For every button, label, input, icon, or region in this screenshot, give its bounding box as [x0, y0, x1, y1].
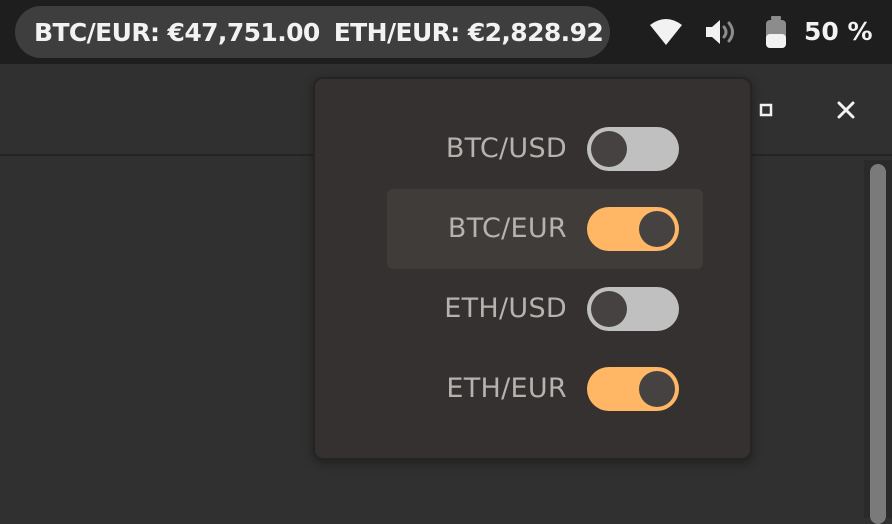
maximize-icon: [759, 103, 773, 117]
ticker-price: €2,828.92: [467, 17, 604, 47]
battery-icon[interactable]: [764, 0, 788, 64]
ticker-pair-label: BTC/EUR:: [34, 17, 160, 47]
toggle-switch[interactable]: [587, 207, 679, 251]
pair-row-btc-usd[interactable]: BTC/USD: [387, 109, 703, 189]
crypto-ticker-indicator[interactable]: BTC/EUR: €47,751.00 ETH/EUR: €2,828.92: [15, 6, 610, 58]
scrollbar-thumb[interactable]: [870, 164, 886, 524]
pair-row-eth-usd[interactable]: ETH/USD: [387, 269, 703, 349]
toggle-switch[interactable]: [587, 127, 679, 171]
wifi-icon[interactable]: [650, 0, 682, 64]
maximize-button[interactable]: [750, 94, 782, 126]
toggle-switch[interactable]: [587, 287, 679, 331]
close-button[interactable]: [830, 94, 862, 126]
pair-row-eth-eur[interactable]: ETH/EUR: [387, 349, 703, 429]
top-panel: BTC/EUR: €47,751.00 ETH/EUR: €2,828.92 5…: [0, 0, 892, 64]
pair-row-btc-eur[interactable]: BTC/EUR: [387, 189, 703, 269]
switch-knob: [591, 291, 627, 327]
currency-pair-popover: BTC/USD BTC/EUR ETH/USD ETH/EUR: [313, 77, 752, 460]
switch-knob: [591, 131, 627, 167]
ticker-price: €47,751.00: [167, 17, 321, 47]
volume-icon[interactable]: [704, 0, 738, 64]
ticker-pair-label: ETH/EUR:: [333, 17, 461, 47]
pair-label: BTC/USD: [445, 133, 567, 164]
battery-percentage: 50 %: [804, 17, 873, 46]
pair-label: ETH/EUR: [446, 373, 567, 404]
close-icon: [837, 101, 855, 119]
toggle-switch[interactable]: [587, 367, 679, 411]
switch-knob: [639, 371, 675, 407]
switch-knob: [639, 211, 675, 247]
pair-label: BTC/EUR: [447, 213, 567, 244]
pair-label: ETH/USD: [444, 293, 567, 324]
